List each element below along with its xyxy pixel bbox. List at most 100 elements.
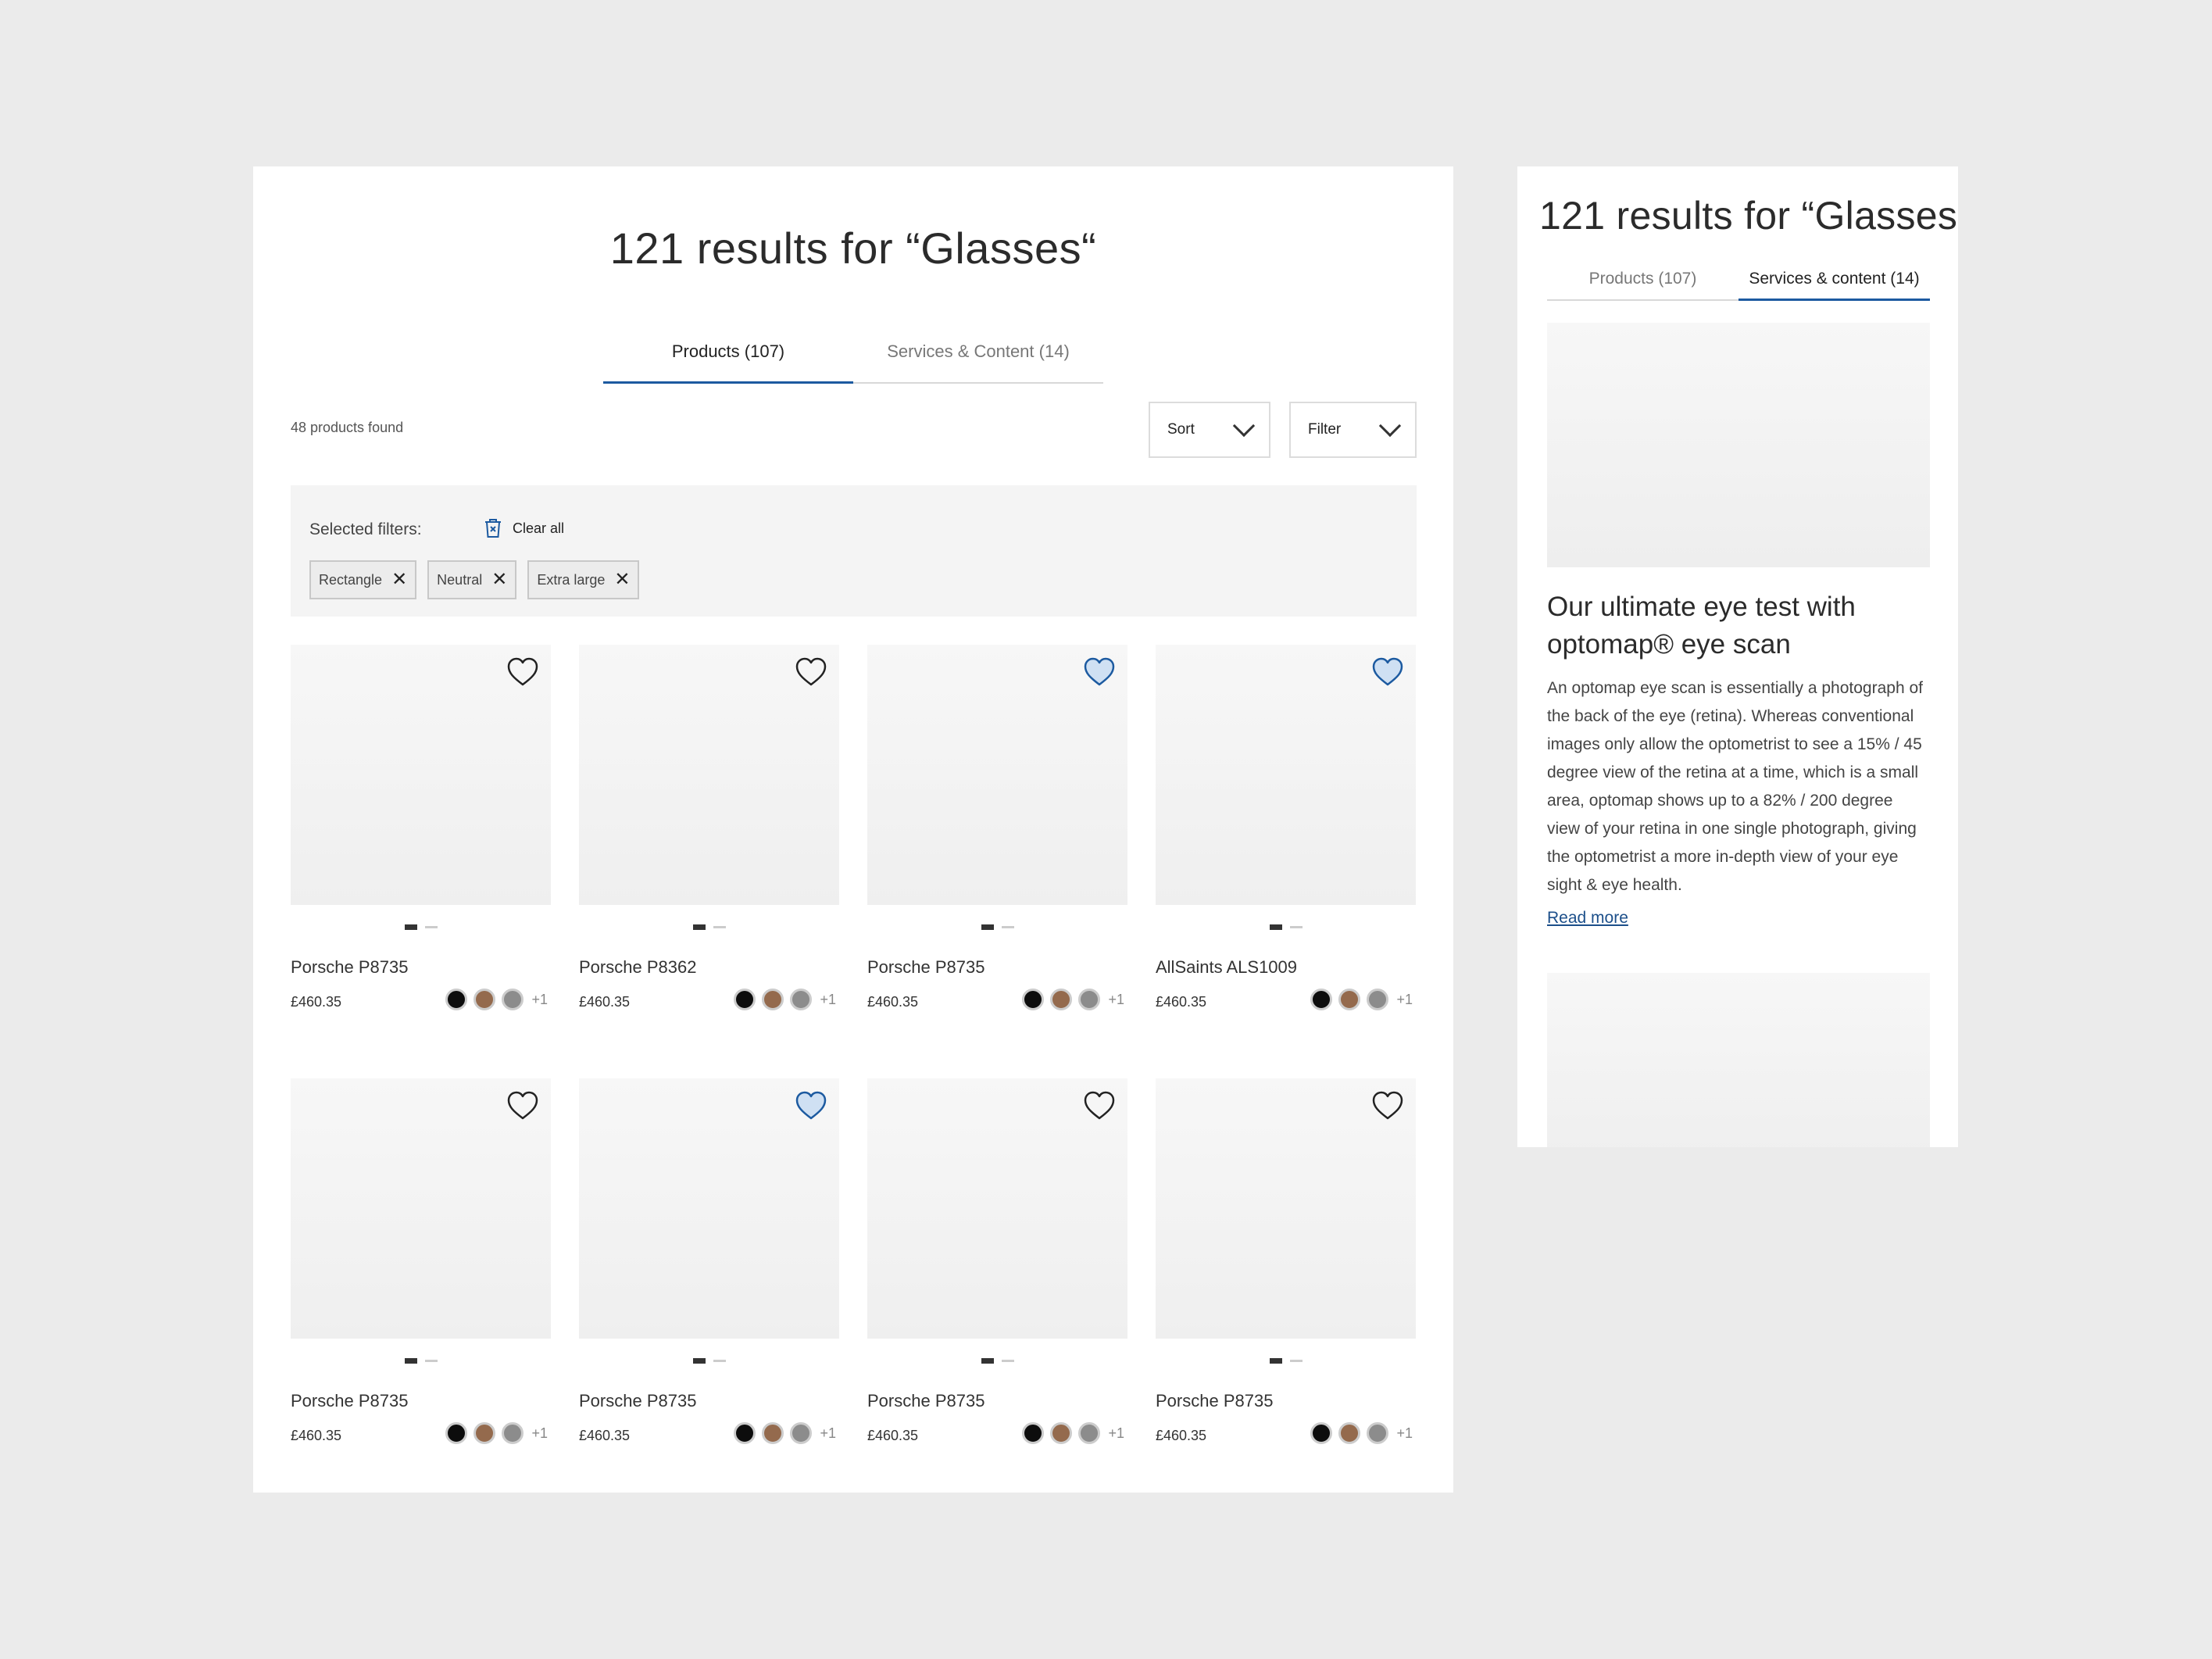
carousel-dot-active[interactable] bbox=[981, 1358, 994, 1364]
carousel-dot-active[interactable] bbox=[1269, 1358, 1282, 1364]
carousel-dot-active[interactable] bbox=[692, 1358, 706, 1364]
carousel-dot-active[interactable] bbox=[981, 924, 994, 930]
product-image[interactable] bbox=[867, 1078, 1127, 1339]
carousel-dot[interactable] bbox=[1289, 926, 1303, 928]
more-colors-count[interactable]: +1 bbox=[531, 992, 548, 1008]
results-tabs: Products (107) Services & Content (14) bbox=[603, 321, 1103, 384]
filter-dropdown[interactable]: Filter bbox=[1289, 402, 1417, 458]
product-card[interactable]: Porsche P8735 £460.35 +1 bbox=[291, 1078, 551, 1512]
swatch-grey[interactable] bbox=[1078, 989, 1101, 1010]
product-name[interactable]: Porsche P8735 bbox=[1156, 1391, 1273, 1411]
product-card[interactable]: Porsche P8735 £460.35 +1 bbox=[867, 1078, 1127, 1512]
swatch-brown[interactable] bbox=[1050, 989, 1073, 1010]
product-card[interactable]: Porsche P8735 £460.35 +1 bbox=[867, 645, 1127, 1078]
carousel-dot[interactable] bbox=[713, 926, 726, 928]
tab-services-content[interactable]: Services & content (14) bbox=[1739, 259, 1930, 301]
filter-chip[interactable]: Rectangle ✕ bbox=[309, 560, 417, 599]
swatch-black[interactable] bbox=[1022, 1422, 1045, 1444]
swatch-black[interactable] bbox=[445, 989, 468, 1010]
filter-chip[interactable]: Neutral ✕ bbox=[427, 560, 517, 599]
product-name[interactable]: Porsche P8735 bbox=[291, 957, 408, 978]
close-icon[interactable]: ✕ bbox=[391, 570, 407, 589]
product-image[interactable] bbox=[579, 645, 839, 905]
color-swatches: +1 bbox=[1022, 989, 1124, 1010]
carousel-dot-active[interactable] bbox=[404, 924, 417, 930]
swatch-black[interactable] bbox=[1022, 989, 1045, 1010]
product-name[interactable]: Porsche P8735 bbox=[867, 957, 985, 978]
more-colors-count[interactable]: +1 bbox=[1396, 1425, 1413, 1442]
heart-icon[interactable] bbox=[1372, 657, 1403, 687]
swatch-brown[interactable] bbox=[762, 989, 784, 1010]
swatch-black[interactable] bbox=[734, 1422, 756, 1444]
sort-dropdown[interactable]: Sort bbox=[1149, 402, 1270, 458]
product-card[interactable]: Porsche P8362 £460.35 +1 bbox=[579, 645, 839, 1078]
product-name[interactable]: AllSaints ALS1009 bbox=[1156, 957, 1297, 978]
swatch-black[interactable] bbox=[1310, 1422, 1333, 1444]
more-colors-count[interactable]: +1 bbox=[1108, 992, 1124, 1008]
swatch-grey[interactable] bbox=[502, 989, 524, 1010]
swatch-grey[interactable] bbox=[790, 989, 813, 1010]
carousel-dot-active[interactable] bbox=[692, 924, 706, 930]
swatch-brown[interactable] bbox=[473, 989, 496, 1010]
filter-chip[interactable]: Extra large ✕ bbox=[527, 560, 640, 599]
tab-products[interactable]: Products (107) bbox=[1547, 259, 1739, 299]
product-card[interactable]: Porsche P8735 £460.35 +1 bbox=[1156, 1078, 1416, 1512]
product-name[interactable]: Porsche P8735 bbox=[867, 1391, 985, 1411]
heart-icon[interactable] bbox=[795, 657, 827, 687]
heart-icon[interactable] bbox=[507, 657, 538, 687]
image-carousel-indicator bbox=[867, 1358, 1127, 1364]
clear-all-button[interactable]: Clear all bbox=[483, 518, 564, 538]
swatch-brown[interactable] bbox=[1338, 989, 1361, 1010]
swatch-grey[interactable] bbox=[502, 1422, 524, 1444]
swatch-grey[interactable] bbox=[1367, 989, 1389, 1010]
more-colors-count[interactable]: +1 bbox=[820, 1425, 836, 1442]
more-colors-count[interactable]: +1 bbox=[531, 1425, 548, 1442]
product-card[interactable]: Porsche P8735 £460.35 +1 bbox=[291, 645, 551, 1078]
heart-icon[interactable] bbox=[507, 1091, 538, 1121]
product-name[interactable]: Porsche P8362 bbox=[579, 957, 696, 978]
carousel-dot[interactable] bbox=[424, 926, 438, 928]
more-colors-count[interactable]: +1 bbox=[1396, 992, 1413, 1008]
swatch-brown[interactable] bbox=[473, 1422, 496, 1444]
product-image[interactable] bbox=[291, 1078, 551, 1339]
tab-products[interactable]: Products (107) bbox=[603, 321, 853, 384]
read-more-link[interactable]: Read more bbox=[1547, 909, 1628, 928]
carousel-dot[interactable] bbox=[1001, 926, 1014, 928]
carousel-dot[interactable] bbox=[1001, 1360, 1014, 1362]
product-image[interactable] bbox=[1156, 1078, 1416, 1339]
product-image[interactable] bbox=[867, 645, 1127, 905]
heart-icon[interactable] bbox=[1084, 1091, 1115, 1121]
close-icon[interactable]: ✕ bbox=[491, 570, 507, 589]
swatch-grey[interactable] bbox=[1367, 1422, 1389, 1444]
product-price: £460.35 bbox=[291, 994, 342, 1010]
article-image[interactable] bbox=[1547, 973, 1930, 1147]
carousel-dot[interactable] bbox=[1289, 1360, 1303, 1362]
swatch-black[interactable] bbox=[734, 989, 756, 1010]
swatch-brown[interactable] bbox=[1338, 1422, 1361, 1444]
article-image[interactable] bbox=[1547, 323, 1930, 567]
swatch-grey[interactable] bbox=[1078, 1422, 1101, 1444]
more-colors-count[interactable]: +1 bbox=[820, 992, 836, 1008]
product-card[interactable]: AllSaints ALS1009 £460.35 +1 bbox=[1156, 645, 1416, 1078]
carousel-dot-active[interactable] bbox=[404, 1358, 417, 1364]
swatch-grey[interactable] bbox=[790, 1422, 813, 1444]
product-image[interactable] bbox=[579, 1078, 839, 1339]
product-image[interactable] bbox=[291, 645, 551, 905]
product-name[interactable]: Porsche P8735 bbox=[291, 1391, 408, 1411]
close-icon[interactable]: ✕ bbox=[614, 570, 630, 589]
product-image[interactable] bbox=[1156, 645, 1416, 905]
swatch-brown[interactable] bbox=[1050, 1422, 1073, 1444]
more-colors-count[interactable]: +1 bbox=[1108, 1425, 1124, 1442]
swatch-brown[interactable] bbox=[762, 1422, 784, 1444]
product-card[interactable]: Porsche P8735 £460.35 +1 bbox=[579, 1078, 839, 1512]
carousel-dot[interactable] bbox=[424, 1360, 438, 1362]
swatch-black[interactable] bbox=[445, 1422, 468, 1444]
product-name[interactable]: Porsche P8735 bbox=[579, 1391, 696, 1411]
heart-icon[interactable] bbox=[1372, 1091, 1403, 1121]
carousel-dot[interactable] bbox=[713, 1360, 726, 1362]
carousel-dot-active[interactable] bbox=[1269, 924, 1282, 930]
heart-icon[interactable] bbox=[795, 1091, 827, 1121]
swatch-black[interactable] bbox=[1310, 989, 1333, 1010]
tab-services-content[interactable]: Services & Content (14) bbox=[853, 321, 1103, 382]
heart-icon[interactable] bbox=[1084, 657, 1115, 687]
